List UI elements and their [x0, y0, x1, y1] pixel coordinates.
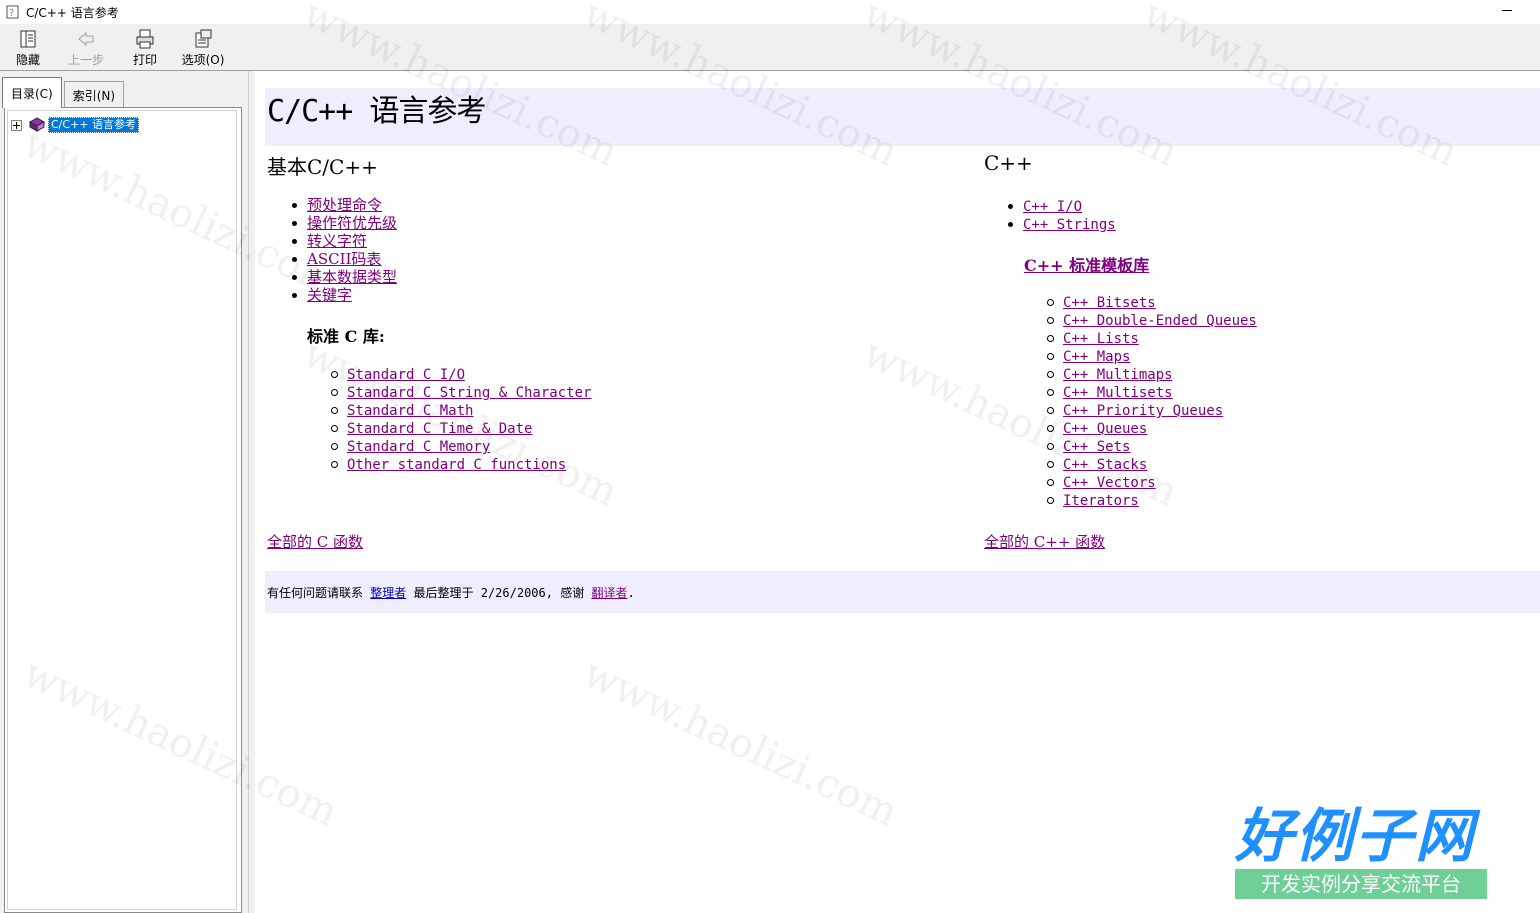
list-item: C++ Lists — [1047, 329, 1257, 347]
cpp-links-list: C++ I/O C++ Strings — [1008, 197, 1116, 233]
list-item: C++ Queues — [1047, 419, 1257, 437]
all-cpp-functions-link[interactable]: 全部的 C++ 函数 — [984, 531, 1105, 552]
hide-button[interactable]: 隐藏 — [4, 26, 52, 68]
stl-links-list: C++ Bitsets C++ Double-Ended Queues C++ … — [1047, 293, 1257, 509]
svg-text:?: ? — [9, 8, 14, 19]
minimize-button[interactable] — [1502, 5, 1512, 15]
stl-link[interactable]: C++ Vectors — [1063, 475, 1156, 491]
basic-cpp-heading: 基本C/C++ — [267, 155, 378, 179]
stl-link[interactable]: C++ Multimaps — [1063, 367, 1173, 383]
list-item: Standard C Memory — [330, 437, 591, 455]
list-item: C++ Vectors — [1047, 473, 1257, 491]
options-icon — [195, 29, 212, 48]
stl-link[interactable]: C++ Double-Ended Queues — [1063, 313, 1257, 329]
content-pane: C/C++ 语言参考 基本C/C++ 预处理命令 操作符优先级 转义字符 ASC… — [255, 71, 1540, 913]
help-app-icon: ? — [6, 5, 19, 19]
stl-link[interactable]: C++ Maps — [1063, 349, 1130, 365]
std-c-link[interactable]: Other standard C functions — [347, 457, 566, 473]
std-c-link[interactable]: Standard C String & Character — [347, 385, 591, 401]
stl-link[interactable]: C++ Bitsets — [1063, 295, 1156, 311]
list-item: C++ Multimaps — [1047, 365, 1257, 383]
stl-link[interactable]: C++ Queues — [1063, 421, 1147, 437]
list-item: ASCII码表 — [291, 250, 397, 268]
list-item: 关键字 — [291, 286, 397, 304]
contents-tree[interactable]: C/C++ 语言参考 — [4, 107, 242, 913]
book-icon — [28, 117, 46, 132]
stl-link[interactable]: C++ Sets — [1063, 439, 1130, 455]
stl-heading-link[interactable]: C++ 标准模板库 — [1024, 252, 1149, 276]
std-c-link[interactable]: Standard C Memory — [347, 439, 490, 455]
page-title: C/C++ 语言参考 — [267, 94, 486, 129]
stl-link[interactable]: C++ Lists — [1063, 331, 1139, 347]
brand-name: 好例子网 — [1235, 802, 1476, 870]
basic-link[interactable]: 转义字符 — [307, 232, 367, 250]
list-item: 预处理命令 — [291, 196, 397, 214]
tab-contents[interactable]: 目录(C) — [2, 77, 62, 108]
list-item: C++ Sets — [1047, 437, 1257, 455]
basic-link[interactable]: ASCII码表 — [307, 250, 381, 268]
std-c-link[interactable]: Standard C Time & Date — [347, 421, 532, 437]
list-item: C++ Multisets — [1047, 383, 1257, 401]
list-item: C++ Stacks — [1047, 455, 1257, 473]
list-item: Other standard C functions — [330, 455, 591, 473]
translator-link[interactable]: 翻译者 — [591, 586, 627, 600]
list-item: 转义字符 — [291, 232, 397, 250]
basic-links-list: 预处理命令 操作符优先级 转义字符 ASCII码表 基本数据类型 关键字 — [291, 196, 397, 304]
options-button[interactable]: 选项(O) — [179, 26, 227, 68]
list-item: C++ Priority Queues — [1047, 401, 1257, 419]
window-title: C/C++ 语言参考 — [26, 5, 119, 20]
list-item: Standard C Math — [330, 401, 591, 419]
list-item: Standard C String & Character — [330, 383, 591, 401]
basic-link[interactable]: 基本数据类型 — [307, 268, 397, 286]
stl-link[interactable]: C++ Stacks — [1063, 457, 1147, 473]
title-band: C/C++ 语言参考 — [265, 88, 1540, 146]
std-c-link[interactable]: Standard C I/O — [347, 367, 465, 383]
footer-text: 有任何问题请联系 整理者 最后整理于 2/26/2006, 感谢 翻译者. — [267, 586, 635, 600]
title-bar: ? C/C++ 语言参考 — [0, 0, 1540, 24]
tree-item-label: C/C++ 语言参考 — [48, 117, 139, 133]
basic-link[interactable]: 关键字 — [307, 286, 352, 304]
list-item: C++ Double-Ended Queues — [1047, 311, 1257, 329]
tab-index[interactable]: 索引(N) — [63, 81, 125, 108]
nav-tabs: 目录(C) 索引(N) — [2, 77, 125, 108]
tree-item-root[interactable]: C/C++ 语言参考 — [11, 117, 139, 133]
all-c-functions-link[interactable]: 全部的 C 函数 — [267, 531, 363, 552]
printer-icon — [136, 29, 154, 49]
expand-plus-icon[interactable] — [11, 119, 22, 131]
toolbar: 隐藏 上一步 打印 选项(O) — [0, 24, 1540, 71]
cpp-link[interactable]: C++ I/O — [1023, 199, 1082, 215]
cpp-heading: C++ — [984, 151, 1033, 175]
stl-link[interactable]: C++ Multisets — [1063, 385, 1173, 401]
list-item: Standard C Time & Date — [330, 419, 591, 437]
footer-band: 有任何问题请联系 整理者 最后整理于 2/26/2006, 感谢 翻译者. — [265, 571, 1540, 613]
cpp-link[interactable]: C++ Strings — [1023, 217, 1116, 233]
brand-logo: 好例子网 开发实例分享交流平台 — [1235, 803, 1487, 903]
stl-link[interactable]: C++ Priority Queues — [1063, 403, 1223, 419]
organizer-link[interactable]: 整理者 — [370, 586, 406, 600]
list-item: 基本数据类型 — [291, 268, 397, 286]
brand-slogan: 开发实例分享交流平台 — [1235, 869, 1487, 899]
hide-icon — [20, 30, 36, 48]
print-button[interactable]: 打印 — [121, 26, 169, 68]
list-item: 操作符优先级 — [291, 214, 397, 232]
list-item: C++ Bitsets — [1047, 293, 1257, 311]
list-item: C++ Maps — [1047, 347, 1257, 365]
navigation-pane: 目录(C) 索引(N) C/C++ 语言参考 — [0, 71, 248, 913]
back-arrow-icon — [78, 31, 94, 47]
stl-link[interactable]: Iterators — [1063, 493, 1139, 509]
list-item: C++ Strings — [1008, 215, 1116, 233]
basic-link[interactable]: 预处理命令 — [307, 196, 382, 214]
std-c-heading: 标准 C 库: — [307, 327, 385, 346]
back-button[interactable]: 上一步 — [62, 26, 110, 68]
list-item: C++ I/O — [1008, 197, 1116, 215]
list-item: Standard C I/O — [330, 365, 591, 383]
std-c-links-list: Standard C I/O Standard C String & Chara… — [330, 365, 591, 473]
list-item: Iterators — [1047, 491, 1257, 509]
std-c-link[interactable]: Standard C Math — [347, 403, 473, 419]
basic-link[interactable]: 操作符优先级 — [307, 214, 397, 232]
